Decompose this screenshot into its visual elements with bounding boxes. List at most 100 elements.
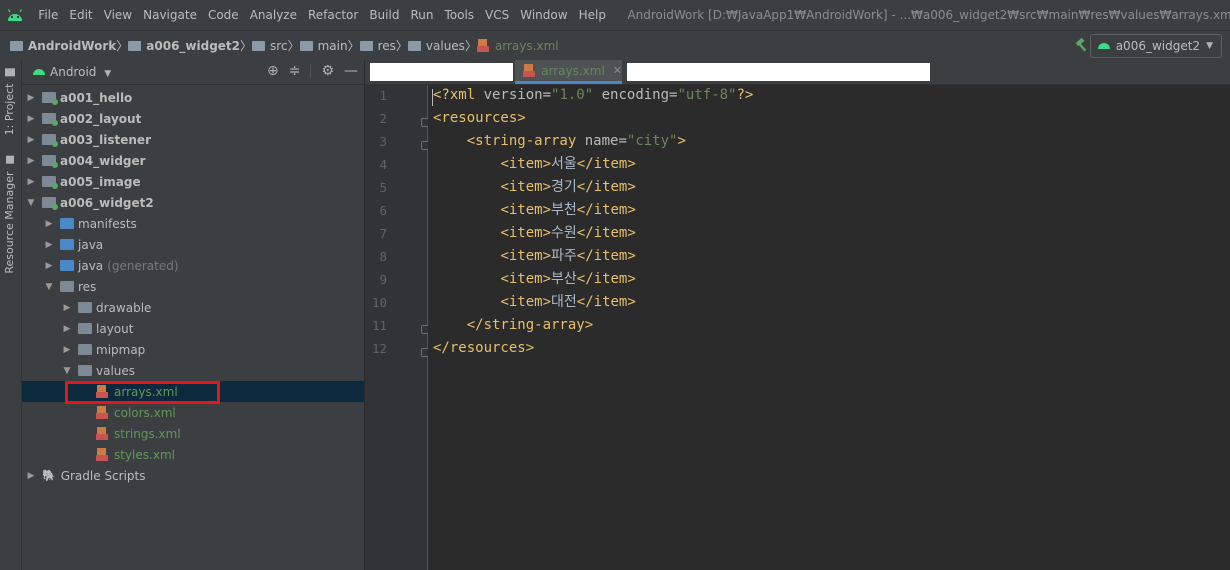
build-hammer-icon[interactable]	[1074, 37, 1090, 56]
expand-arrow-icon[interactable]: ▶	[62, 345, 72, 355]
editor-gutter: 1 2 3 4 5 6 7 8 9 10 11 12	[365, 85, 430, 570]
tree-item[interactable]: ▶ java (generated)	[22, 255, 364, 276]
menu-build[interactable]: Build	[364, 0, 405, 30]
run-config-label: a006_widget2	[1115, 39, 1201, 53]
code-token: version=	[483, 87, 552, 103]
tree-item[interactable]: ▼ a006_widget2	[22, 192, 364, 213]
tree-item[interactable]: strings.xml	[22, 423, 364, 444]
folder-icon	[359, 40, 373, 51]
tree-item[interactable]: ▼ values	[22, 360, 364, 381]
breadcrumb-item[interactable]: arrays.xml	[476, 38, 559, 53]
code-token: 경기	[551, 179, 577, 195]
run-configuration-dropdown[interactable]: a006_widget2 ▼	[1089, 34, 1222, 58]
android-icon	[32, 65, 46, 79]
gear-icon[interactable]: ⚙	[321, 63, 334, 79]
expand-arrow-icon[interactable]: ▶	[26, 135, 36, 145]
breadcrumb-separator-icon: 〉	[395, 39, 408, 53]
module-folder-icon	[42, 197, 58, 210]
expand-arrow-icon[interactable]: ▶	[26, 471, 36, 481]
collapse-arrow-icon[interactable]: ▼	[62, 366, 72, 376]
tree-item-label: a006_widget2	[60, 195, 154, 210]
expand-arrow-icon[interactable]: ▶	[62, 324, 72, 334]
tree-item[interactable]: ▶ layout	[22, 318, 364, 339]
breadcrumb-item[interactable]: main	[299, 39, 348, 53]
expand-arrow-icon[interactable]: ▶	[26, 156, 36, 166]
tree-item[interactable]: styles.xml	[22, 444, 364, 465]
menu-tools[interactable]: Tools	[439, 0, 480, 30]
project-tool-tab[interactable]: 1: Project	[3, 68, 16, 135]
code-token: <item>	[500, 225, 552, 241]
breadcrumb-item[interactable]: res	[359, 38, 396, 53]
code-token: 부산	[551, 271, 577, 287]
menu-file[interactable]: File	[33, 0, 64, 30]
expand-arrow-icon[interactable]: ▶	[62, 303, 72, 313]
tree-item-label: drawable	[96, 300, 152, 315]
tree-item[interactable]: ▶ a005_image	[22, 171, 364, 192]
tree-item-label: Gradle Scripts	[60, 468, 146, 483]
tree-item[interactable]: ▶ manifests	[22, 213, 364, 234]
tree-item-label: a005_image	[60, 174, 141, 189]
expand-arrow-icon[interactable]: ▶	[44, 261, 54, 271]
tree-item[interactable]: ▶ java	[22, 234, 364, 255]
tree-item[interactable]: ▼ res	[22, 276, 364, 297]
android-icon	[1097, 39, 1111, 53]
tree-item[interactable]: ▶ mipmap	[22, 339, 364, 360]
breadcrumb-item[interactable]: values	[407, 39, 465, 53]
code-token: <item>	[500, 202, 552, 218]
menu-vcs[interactable]: VCS	[480, 0, 515, 30]
xml-file-icon	[476, 38, 490, 53]
collapse-arrow-icon[interactable]: ▼	[44, 282, 54, 292]
menu-view[interactable]: View	[98, 0, 137, 30]
code-token: </item>	[576, 294, 636, 310]
expand-arrow-icon[interactable]: ▶	[44, 219, 54, 229]
code-line: <item>부천</item>	[433, 199, 635, 222]
expand-arrow-icon[interactable]: ▶	[44, 240, 54, 250]
line-number: 12	[371, 341, 387, 356]
code-line: <item>수원</item>	[433, 222, 636, 245]
menu-edit[interactable]: Edit	[64, 0, 98, 30]
breadcrumb-item[interactable]: a006_widget2	[128, 39, 240, 53]
tree-item[interactable]: colors.xml	[22, 402, 364, 423]
resource-icon	[6, 156, 14, 164]
breadcrumb-item[interactable]: src	[252, 39, 288, 53]
code-line: <string-array name="city">	[433, 130, 686, 153]
menu-code[interactable]: Code	[202, 0, 244, 30]
menu-window[interactable]: Window	[515, 0, 573, 30]
locate-icon[interactable]: ⊕	[267, 63, 279, 79]
breadcrumb: AndroidWork 〉 a006_widget2 〉 src 〉 main 〉 res 〉 va…	[10, 37, 559, 54]
generated-folder-icon	[60, 260, 74, 271]
xml-file-icon	[96, 426, 109, 441]
tab-arrays-xml[interactable]: arrays.xml ✕	[515, 60, 622, 84]
tree-item[interactable]: ▶ a004_widger	[22, 150, 364, 171]
close-icon[interactable]: ✕	[613, 64, 622, 77]
breadcrumb-separator-icon: 〉	[347, 39, 360, 53]
folder-icon	[407, 40, 421, 51]
redacted-tab	[627, 63, 930, 81]
menu-analyze[interactable]: Analyze	[244, 0, 302, 30]
code-token: </string-array>	[466, 317, 594, 333]
project-view-selector[interactable]: Android ▼	[50, 65, 111, 79]
tree-item[interactable]: ▶ 🐘 Gradle Scripts	[22, 465, 364, 486]
expand-arrow-icon[interactable]: ▶	[26, 93, 36, 103]
expand-arrow-icon[interactable]: ▶	[26, 114, 36, 124]
xml-file-icon	[523, 63, 536, 78]
resource-manager-tool-tab[interactable]: Resource Manager	[3, 156, 16, 274]
tree-item-label: a004_widger	[60, 153, 146, 168]
tree-item[interactable]: ▶ a001_hello	[22, 87, 364, 108]
breadcrumb-item[interactable]: AndroidWork	[10, 39, 116, 53]
xml-file-icon	[96, 405, 109, 420]
menu-run[interactable]: Run	[405, 0, 439, 30]
collapse-all-icon[interactable]: ≑	[289, 63, 301, 79]
code-token: </item>	[576, 225, 636, 241]
tree-item[interactable]: ▶ a002_layout	[22, 108, 364, 129]
collapse-arrow-icon[interactable]: ▼	[26, 198, 36, 208]
menu-navigate[interactable]: Navigate	[138, 0, 203, 30]
menu-refactor[interactable]: Refactor	[302, 0, 363, 30]
expand-arrow-icon[interactable]: ▶	[26, 177, 36, 187]
menu-help[interactable]: Help	[573, 0, 611, 30]
minimize-icon[interactable]: —	[344, 63, 358, 79]
tree-item[interactable]: ▶ drawable	[22, 297, 364, 318]
breadcrumb-label: res	[377, 38, 396, 53]
tree-item[interactable]: ▶ a003_listener	[22, 129, 364, 150]
code-editor[interactable]: <?xml version="1.0" encoding="utf-8"?> <r…	[428, 85, 1230, 570]
